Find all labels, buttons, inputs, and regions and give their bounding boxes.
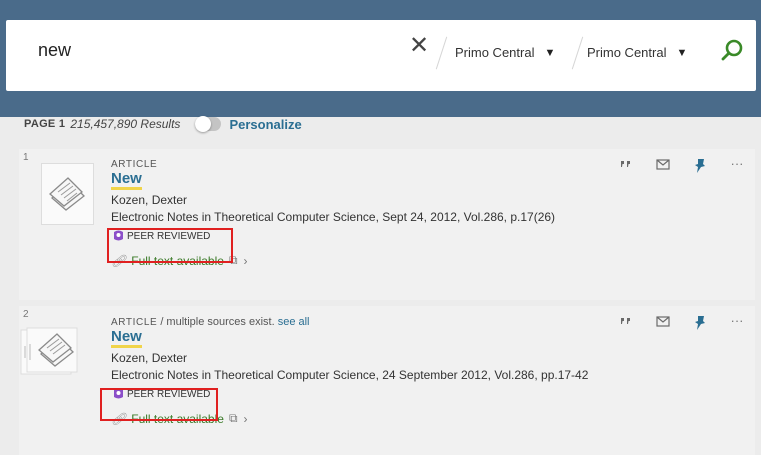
result-source: Electronic Notes in Theoretical Computer… [111,368,589,382]
divider [435,36,448,70]
result-source: Electronic Notes in Theoretical Computer… [111,210,556,224]
search-button[interactable] [720,38,748,66]
envelope-icon[interactable] [653,316,673,332]
search-icon [721,39,743,61]
highlight-box [107,228,233,263]
resource-type: ARTICLE / multiple sources exist. see al… [111,316,588,328]
divider [571,36,584,70]
result-author: Kozen, Dexter [111,193,188,207]
caret-down-icon: ▼ [676,46,688,59]
quote-icon[interactable] [616,159,636,175]
result-number: 2 [23,309,29,320]
type-label: ARTICLE [111,317,158,328]
page-label: PAGE 1 [24,118,66,130]
pin-icon[interactable] [690,316,710,332]
scope-label: Primo Central [455,45,535,60]
article-icon [49,177,85,211]
caret-down-icon: ▼ [544,46,556,59]
result-number: 1 [23,152,29,163]
multiple-sources-icon [20,327,78,375]
personalize-toggle[interactable] [195,116,222,132]
personalize-link[interactable]: Personalize [229,117,301,132]
results-count: 215,457,890 Results [70,117,181,131]
pin-icon[interactable] [690,159,710,175]
chevron-right-icon: › [243,253,248,268]
search-input[interactable]: new [38,40,71,61]
document-thumbnail[interactable] [17,320,97,382]
result-author: Kozen, Dexter [111,351,188,365]
scope-select-2[interactable]: Primo Central ▼ [587,45,687,60]
result-title[interactable]: New [111,171,142,190]
result-title[interactable]: New [111,329,142,348]
result-item[interactable]: 2 ARTICLE / multiple sources exist. see … [19,306,755,455]
external-link-icon: ⧉ [228,411,238,425]
envelope-icon[interactable] [653,159,673,175]
more-icon[interactable]: ··· [727,157,747,175]
search-bar: new ✕ Primo Central ▼ Primo Central ▼ [6,20,756,91]
quote-icon[interactable] [616,316,636,332]
clear-icon[interactable]: ✕ [409,34,429,58]
document-thumbnail[interactable] [41,163,94,225]
results-header: PAGE 1 215,457,890 Results Personalize [24,116,302,132]
type-label: ARTICLE [111,159,158,170]
scope-select-1[interactable]: Primo Central ▼ [455,45,555,60]
multiple-sources-note: / multiple sources exist. [157,316,275,328]
see-all-link[interactable]: see all [275,316,310,328]
more-icon[interactable]: ··· [727,314,747,332]
resource-type: ARTICLE [111,159,555,170]
result-actions: ··· [616,157,761,175]
result-item[interactable]: 1 ARTICLE New Kozen, Dexter Electronic N… [19,149,755,300]
chevron-right-icon: › [243,411,248,426]
highlight-box [100,388,218,421]
scope-label: Primo Central [587,45,667,60]
result-actions: ··· [616,314,761,332]
